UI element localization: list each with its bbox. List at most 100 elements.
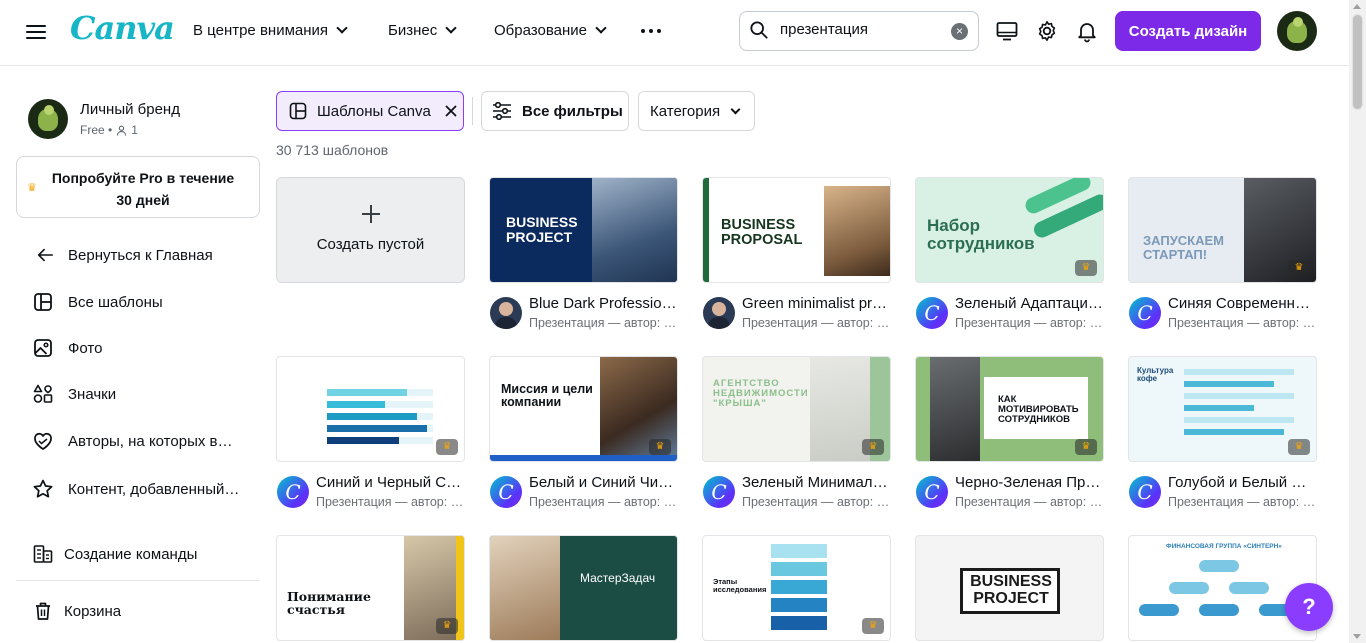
template-card[interactable]: ♛ C Синий и Черный Современный Опрос Пре… (276, 356, 465, 512)
create-design-button[interactable]: Создать дизайн (1115, 11, 1261, 51)
template-thumbnail[interactable]: ♛ (276, 356, 465, 462)
sidebar-item-followed-authors[interactable]: Авторы, на которых вы подписаны (16, 421, 260, 461)
photo-icon (34, 339, 52, 357)
canva-logo[interactable]: Canva (70, 9, 175, 47)
arrow-left-icon (37, 248, 54, 262)
template-thumbnail[interactable]: КАК МОТИВИРОВАТЬ СОТРУДНИКОВ ♛ (915, 356, 1104, 462)
brand-plan: Free • 1 (80, 123, 138, 137)
create-blank-button[interactable]: Создать пустой (276, 177, 465, 283)
filter-chip-canva-templates[interactable]: Шаблоны Canva (276, 91, 464, 131)
crown-icon: ♛ (862, 618, 884, 634)
chevron-down-icon (336, 22, 348, 34)
crown-icon: ♛ (649, 439, 671, 455)
author-avatar[interactable]: C (1129, 297, 1161, 329)
author-avatar[interactable]: C (916, 297, 948, 329)
template-thumbnail[interactable]: Культура кофе ♛ (1128, 356, 1317, 462)
search-box: × (739, 11, 979, 51)
template-card[interactable]: BUSINESS PROJECT (915, 535, 1104, 641)
more-icon[interactable] (641, 29, 661, 33)
author-avatar[interactable]: C (703, 476, 735, 508)
desktop-icon[interactable] (995, 19, 1019, 43)
author-avatar[interactable] (703, 297, 735, 329)
brand-avatar[interactable] (28, 99, 68, 139)
sidebar-item-favorites[interactable]: Контент, добавленный в избранное (16, 469, 260, 509)
close-icon[interactable] (445, 105, 457, 117)
crown-icon: ♛ (27, 182, 37, 194)
template-card[interactable]: Культура кофе ♛ C Голубой и Белый Соврем… (1128, 356, 1317, 512)
template-thumbnail[interactable]: Этапы исследования ♛ (702, 535, 891, 641)
template-thumbnail[interactable]: BUSINESS PROJECT (915, 535, 1104, 641)
scroll-down-arrow-icon[interactable] (1353, 634, 1361, 639)
template-card[interactable]: Понимание счастья ♛ (276, 535, 465, 641)
author-avatar[interactable] (490, 297, 522, 329)
try-pro-button[interactable]: ♛ Попробуйте Pro в течение 30 дней (16, 156, 260, 218)
template-thumbnail[interactable]: ФИНАНСОВАЯ ГРУППА «СИНТЕРН» (1128, 535, 1317, 641)
heart-icon (34, 432, 52, 450)
template-thumbnail[interactable]: МастерЗадач (489, 535, 678, 641)
author-avatar[interactable]: C (277, 476, 309, 508)
author-avatar[interactable]: C (1129, 476, 1161, 508)
chevron-down-icon (595, 22, 607, 34)
scrollbar-thumb[interactable] (1352, 14, 1363, 110)
crown-icon: ♛ (436, 618, 458, 634)
sidebar-item-create-team[interactable]: Создание команды (16, 534, 260, 574)
sidebar-item-trash[interactable]: Корзина (16, 591, 260, 631)
template-card[interactable]: АГЕНТСТВО НЕДВИЖИМОСТИ "КРЫША" ♛ C Зелен… (702, 356, 891, 512)
crown-icon: ♛ (1075, 260, 1097, 276)
template-count: 30 713 шаблонов (276, 142, 389, 158)
gear-icon[interactable] (1035, 19, 1059, 43)
search-icon (750, 21, 768, 39)
crown-icon: ♛ (1288, 439, 1310, 455)
template-thumbnail[interactable]: BUSINESS PROPOSAL (702, 177, 891, 283)
scroll-up-arrow-icon[interactable] (1353, 4, 1361, 9)
template-card[interactable]: ФИНАНСОВАЯ ГРУППА «СИНТЕРН» (1128, 535, 1317, 641)
template-card[interactable]: BUSINESS PROJECT Blue Dark Professional … (489, 177, 678, 333)
all-filters-button[interactable]: Все фильтры (481, 91, 629, 131)
template-card[interactable]: ЗАПУСКАЕМ СТАРТАП! ♛ C Синяя Современная… (1128, 177, 1317, 333)
nav-education[interactable]: Образование (494, 22, 607, 39)
crown-icon: ♛ (436, 439, 458, 455)
template-thumbnail[interactable]: BUSINESS PROJECT (489, 177, 678, 283)
template-thumbnail[interactable]: ЗАПУСКАЕМ СТАРТАП! ♛ (1128, 177, 1317, 283)
templates-icon (34, 293, 52, 311)
person-icon (117, 125, 127, 136)
category-dropdown[interactable]: Категория (638, 91, 755, 131)
sidebar-item-icons[interactable]: Значки (16, 374, 260, 414)
account-avatar[interactable] (1277, 11, 1317, 51)
template-card[interactable]: Набор сотрудников ♛ C Зеленый Адаптацион… (915, 177, 1104, 333)
nav-spotlight[interactable]: В центре внимания (193, 22, 348, 39)
template-thumbnail[interactable]: АГЕНТСТВО НЕДВИЖИМОСТИ "КРЫША" ♛ (702, 356, 891, 462)
chevron-down-icon (730, 104, 741, 115)
nav-business[interactable]: Бизнес (388, 22, 457, 39)
sidebar-item-photos[interactable]: Фото (16, 328, 260, 368)
filter-separator (472, 97, 473, 125)
team-icon (33, 545, 53, 563)
search-input[interactable] (780, 21, 940, 38)
brand-name[interactable]: Личный бренд (80, 101, 180, 118)
sidebar-item-back-home[interactable]: Вернуться к Главная (16, 235, 260, 275)
template-thumbnail[interactable]: Понимание счастья ♛ (276, 535, 465, 641)
crown-icon: ♛ (1288, 260, 1310, 276)
template-card[interactable]: КАК МОТИВИРОВАТЬ СОТРУДНИКОВ ♛ C Черно-З… (915, 356, 1104, 512)
sidebar-item-all-templates[interactable]: Все шаблоны (16, 282, 260, 322)
template-card[interactable]: Миссия и цели компании ♛ C Белый и Синий… (489, 356, 678, 512)
page-scrollbar[interactable] (1349, 0, 1366, 643)
template-thumbnail[interactable]: Набор сотрудников ♛ (915, 177, 1104, 283)
template-card[interactable]: Этапы исследования ♛ (702, 535, 891, 641)
menu-icon[interactable] (26, 22, 46, 42)
clear-search-icon[interactable]: × (951, 23, 968, 40)
plus-icon (361, 204, 381, 224)
author-avatar[interactable]: C (916, 476, 948, 508)
templates-icon (289, 102, 307, 120)
bell-icon[interactable] (1075, 19, 1099, 43)
template-thumbnail[interactable]: Миссия и цели компании ♛ (489, 356, 678, 462)
author-avatar[interactable]: C (490, 476, 522, 508)
template-card[interactable]: BUSINESS PROPOSAL Green minimalist profe… (702, 177, 891, 333)
template-card[interactable]: МастерЗадач (489, 535, 678, 641)
help-button[interactable]: ? (1285, 583, 1333, 631)
crown-icon: ♛ (1075, 439, 1097, 455)
filter-sliders-icon (493, 102, 511, 120)
elements-icon (33, 384, 53, 403)
trash-icon (36, 602, 50, 620)
crown-icon: ♛ (862, 439, 884, 455)
